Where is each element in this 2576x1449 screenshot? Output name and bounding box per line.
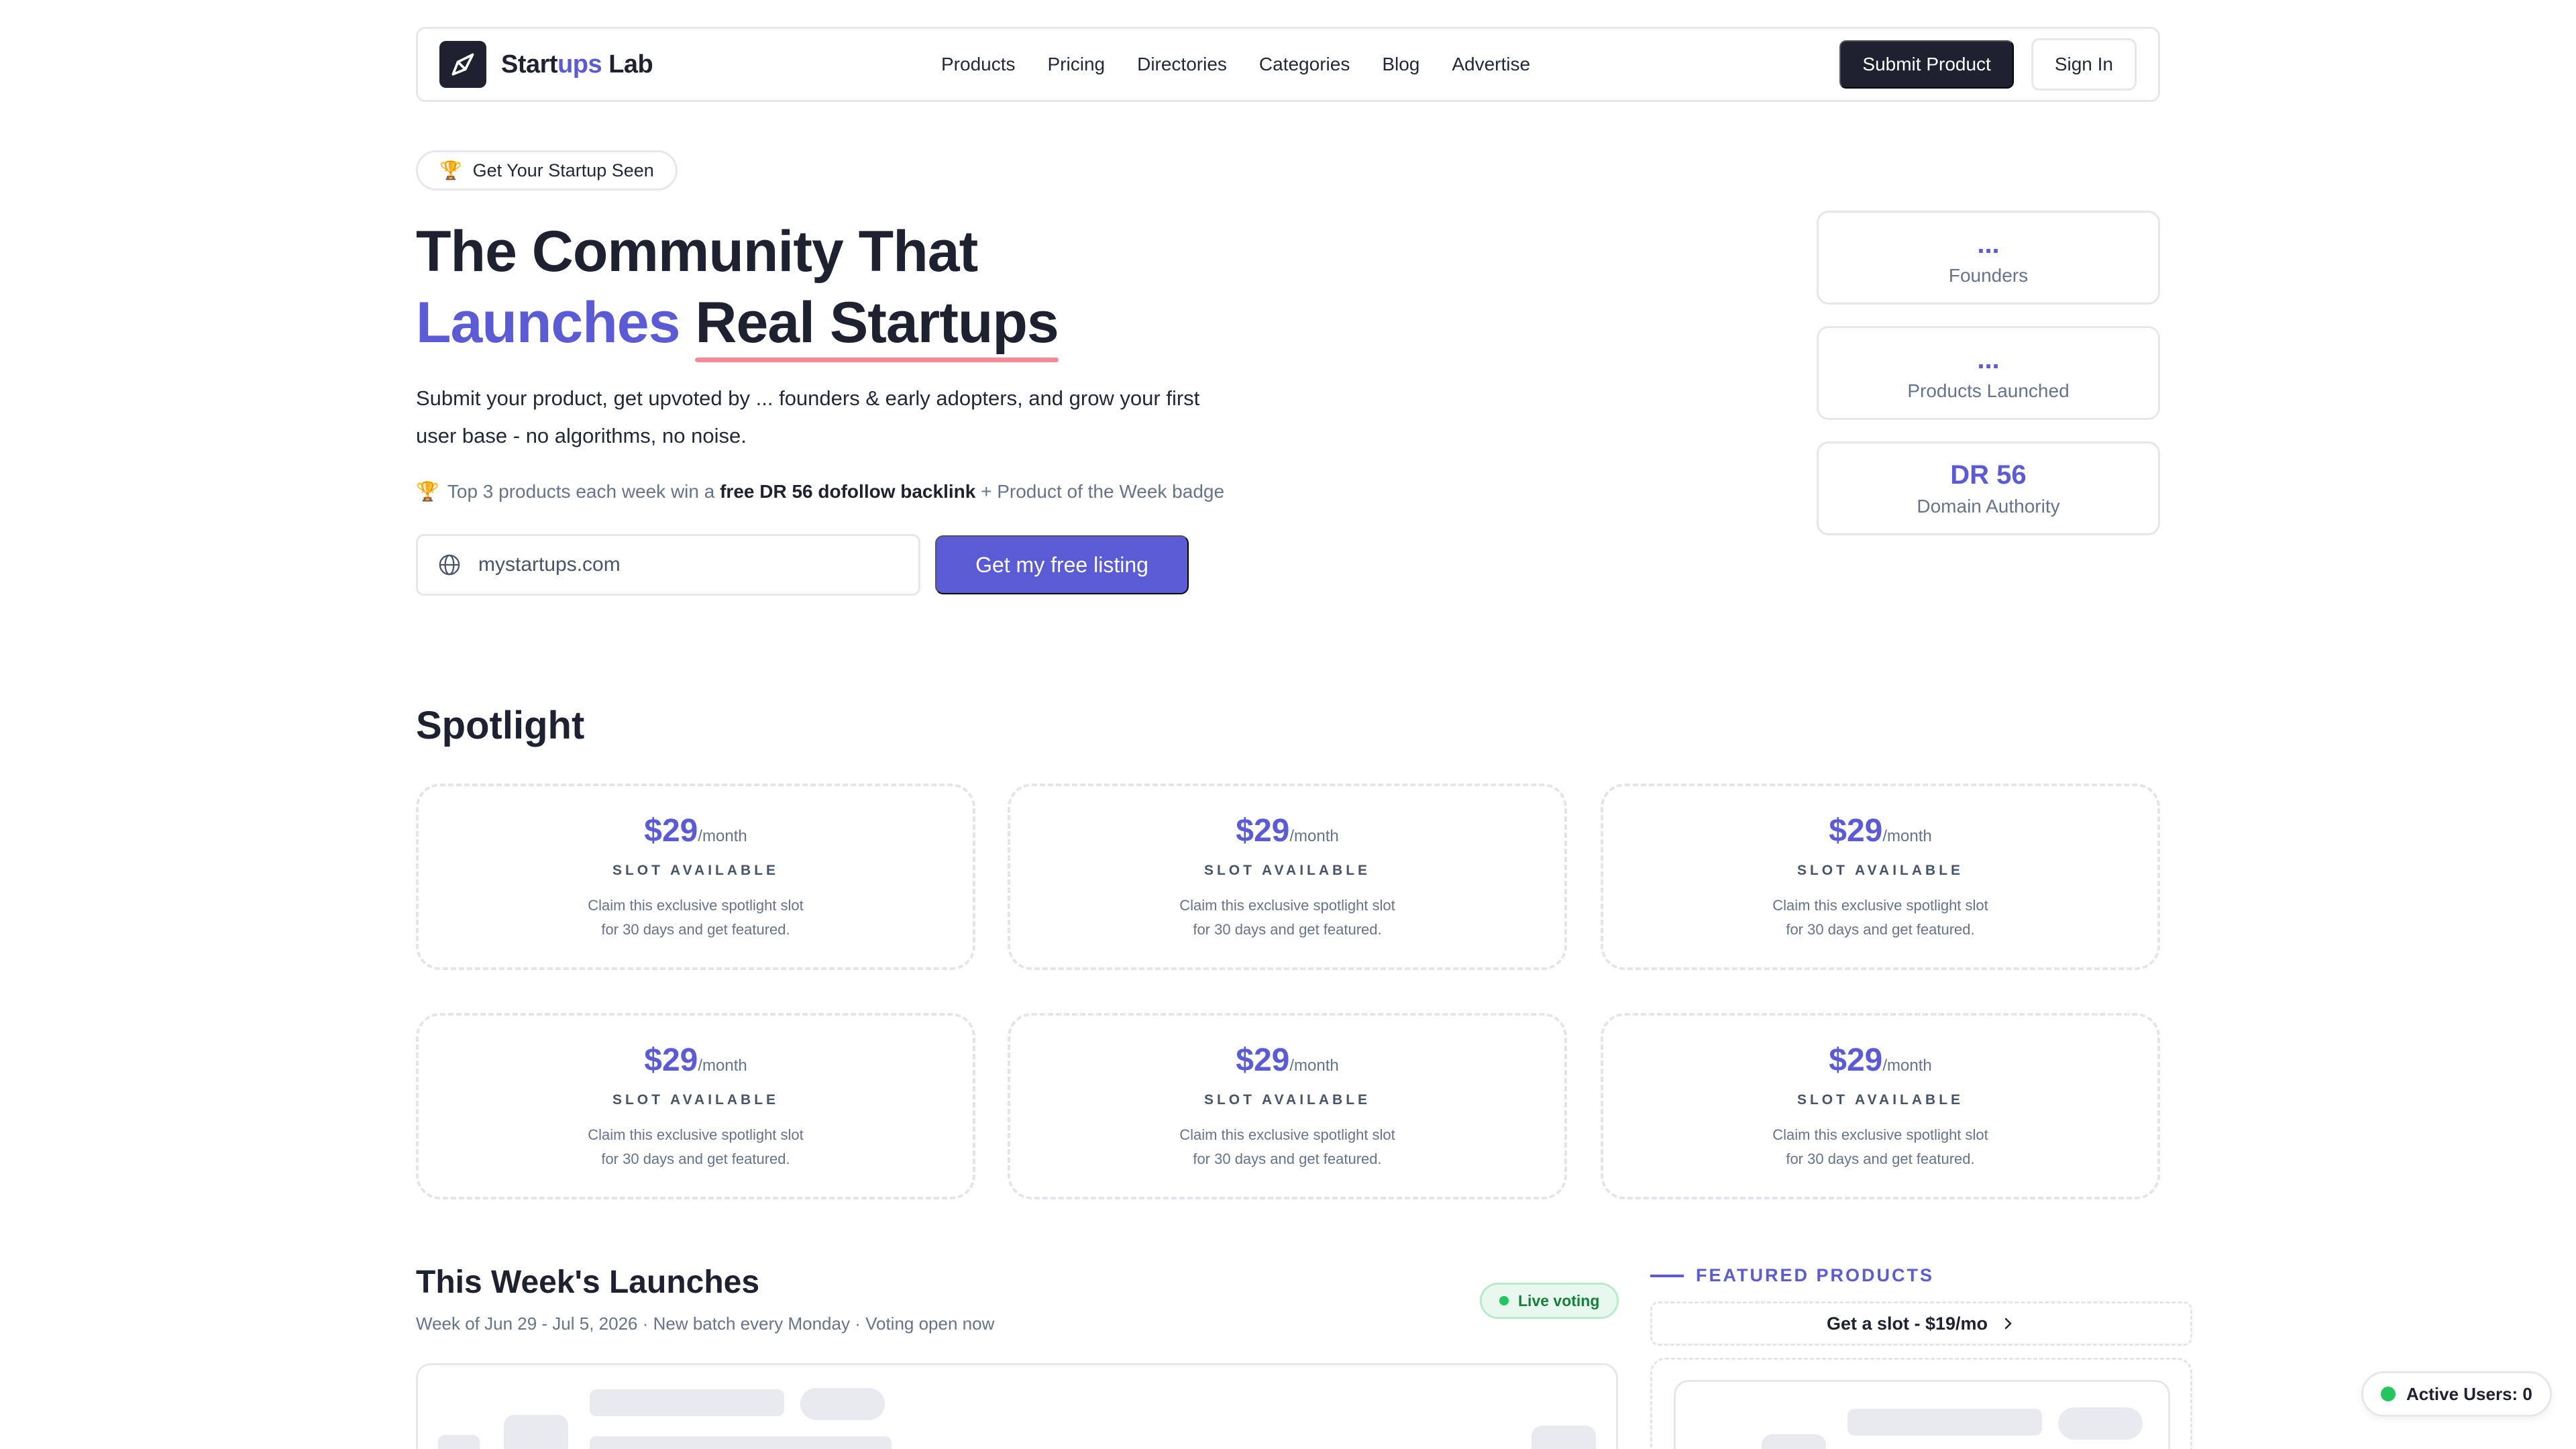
slot-price: $29/month [1236, 1042, 1339, 1078]
spotlight-slot[interactable]: $29/month SLOT AVAILABLE Claim this excl… [416, 1013, 975, 1199]
stat-value: ... [1977, 344, 2000, 374]
spotlight-slot[interactable]: $29/month SLOT AVAILABLE Claim this excl… [1008, 784, 1567, 970]
website-url-input[interactable]: mystartups.com [416, 534, 920, 596]
featured-get-slot-button[interactable]: Get a slot - $19/mo [1650, 1301, 2192, 1346]
slot-price: $29/month [1829, 812, 1932, 849]
skeleton-rank [438, 1435, 480, 1449]
hero-subtitle: Submit your product, get upvoted by ... … [416, 386, 1200, 447]
hero-backlink-note: 🏆 Top 3 products each week win a free DR… [416, 480, 1225, 502]
launch-card-skeleton [416, 1363, 1618, 1449]
nav-actions: Submit Product Sign In [1839, 29, 2137, 100]
globe-icon [439, 554, 460, 576]
slot-description: Claim this exclusive spotlight slot for 3… [1179, 1126, 1395, 1167]
submit-product-button[interactable]: Submit Product [1839, 40, 2014, 89]
featured-card-skeleton [1650, 1358, 2192, 1449]
stat-label: Founders [1948, 264, 2029, 286]
hero-pill-badge: 🏆 Get Your Startup Seen [416, 150, 678, 191]
slot-price: $29/month [644, 1042, 747, 1078]
stat-card-domain-authority: DR 56 Domain Authority [1817, 441, 2160, 535]
nav-link-categories[interactable]: Categories [1259, 54, 1350, 75]
featured-card-inner [1674, 1380, 2170, 1449]
spotlight-slot[interactable]: $29/month SLOT AVAILABLE Claim this excl… [1008, 1013, 1567, 1199]
skeleton-title [1847, 1409, 2042, 1436]
stat-card-founders: ... Founders [1817, 211, 2160, 305]
slot-description: Claim this exclusive spotlight slot for 3… [1179, 896, 1395, 938]
slot-description: Claim this exclusive spotlight slot for 3… [588, 896, 804, 938]
skeleton-desc [590, 1436, 892, 1449]
stat-label: Domain Authority [1917, 495, 2060, 517]
launches-subtitle: Week of Jun 29 - Jul 5, 2026 · New batch… [416, 1313, 995, 1334]
live-dot-icon [1499, 1296, 1509, 1305]
live-voting-label: Live voting [1518, 1291, 1600, 1309]
nav-link-blog[interactable]: Blog [1382, 54, 1419, 75]
skeleton-tag [2058, 1407, 2143, 1440]
nav-link-pricing[interactable]: Pricing [1048, 54, 1106, 75]
website-url-value[interactable]: mystartups.com [478, 553, 621, 576]
spotlight-heading: Spotlight [416, 704, 585, 747]
skeleton-thumbnail [504, 1415, 568, 1449]
featured-products-label: FEATURED PRODUCTS [1650, 1265, 1934, 1286]
slot-available-tag: SLOT AVAILABLE [1796, 862, 1964, 878]
launches-heading: This Week's Launches [416, 1265, 760, 1300]
slot-available-tag: SLOT AVAILABLE [1203, 862, 1371, 878]
trophy-icon: 🏆 [439, 160, 462, 180]
trophy-icon: 🏆 [416, 481, 439, 502]
skeleton-upvote [1532, 1426, 1596, 1449]
slot-price: $29/month [644, 812, 747, 849]
stat-card-products-launched: ... Products Launched [1817, 326, 2160, 420]
stat-value: ... [1977, 229, 2000, 259]
slot-available-tag: SLOT AVAILABLE [612, 862, 780, 878]
get-free-listing-button[interactable]: Get my free listing [935, 535, 1189, 594]
spotlight-slot[interactable]: $29/month SLOT AVAILABLE Claim this excl… [416, 784, 975, 970]
sign-in-button[interactable]: Sign In [2031, 38, 2137, 91]
skeleton-title [590, 1389, 784, 1416]
spotlight-slot[interactable]: $29/month SLOT AVAILABLE Claim this excl… [1601, 784, 2160, 970]
online-dot-icon [2381, 1387, 2396, 1401]
slot-price: $29/month [1236, 812, 1339, 849]
main-nav: Products Pricing Directories Categories … [941, 29, 1530, 100]
nav-link-advertise[interactable]: Advertise [1452, 54, 1530, 75]
slot-description: Claim this exclusive spotlight slot for 3… [1772, 896, 1988, 938]
brand-logo[interactable]: Startups Lab [439, 41, 653, 88]
stat-label: Products Launched [1907, 380, 2070, 401]
slot-description: Claim this exclusive spotlight slot for 3… [588, 1126, 804, 1167]
spotlight-slot[interactable]: $29/month SLOT AVAILABLE Claim this excl… [1601, 1013, 2160, 1199]
nav-link-products[interactable]: Products [941, 54, 1016, 75]
hero-pill-label: Get Your Startup Seen [472, 160, 654, 180]
slot-available-tag: SLOT AVAILABLE [1203, 1091, 1371, 1108]
brand-name: Startups Lab [501, 50, 653, 78]
live-voting-badge: Live voting [1480, 1283, 1619, 1319]
logo-rocket-icon [439, 41, 486, 88]
hero-title: The Community That Launches Real Startup… [416, 216, 1059, 362]
label-line [1650, 1274, 1684, 1277]
slot-available-tag: SLOT AVAILABLE [612, 1091, 780, 1108]
chevron-right-icon [2004, 1318, 2012, 1330]
skeleton-tag [800, 1388, 885, 1420]
slot-description: Claim this exclusive spotlight slot for 3… [1772, 1126, 1988, 1167]
featured-slot-label: Get a slot - $19/mo [1826, 1313, 1988, 1334]
slot-price: $29/month [1829, 1042, 1932, 1078]
active-users-label: Active Users: 0 [2406, 1383, 2532, 1404]
top-navbar: Startups Lab Products Pricing Directorie… [416, 27, 2160, 102]
page: Startups Lab Products Pricing Directorie… [0, 0, 2576, 1449]
stat-value: DR 56 [1950, 460, 2027, 490]
slot-available-tag: SLOT AVAILABLE [1796, 1091, 1964, 1108]
nav-link-directories[interactable]: Directories [1137, 54, 1227, 75]
active-users-badge: Active Users: 0 [2361, 1371, 2552, 1417]
skeleton-thumbnail [1762, 1434, 1826, 1449]
